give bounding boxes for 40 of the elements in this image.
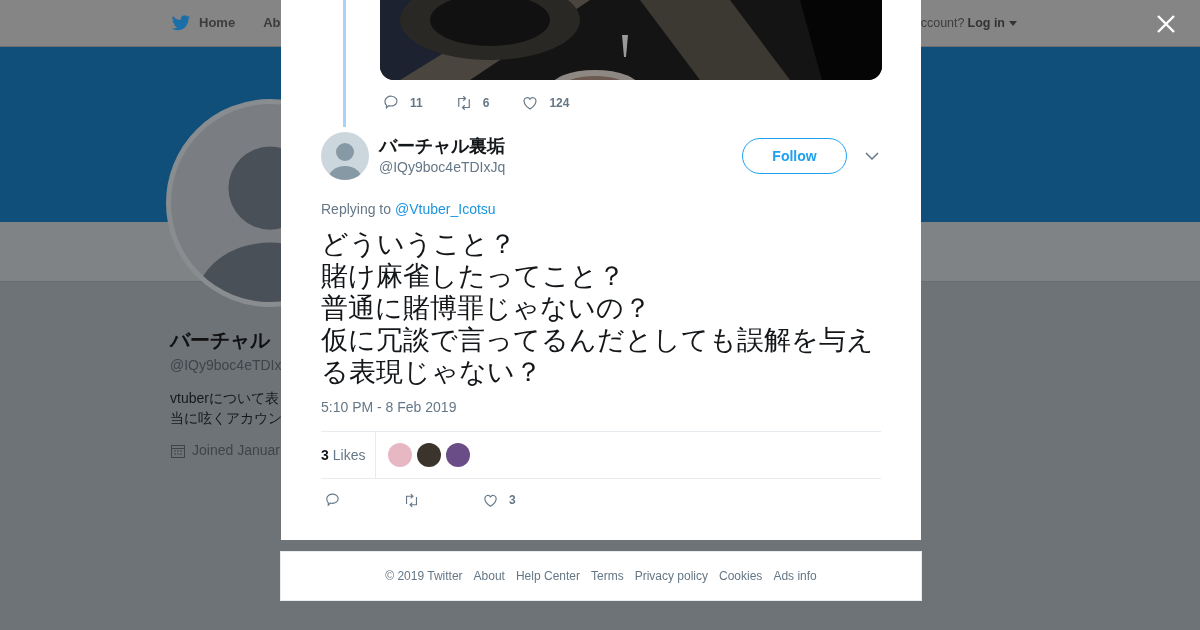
chevron-down-icon[interactable] — [865, 152, 879, 160]
footer-link[interactable]: Privacy policy — [634, 567, 708, 585]
mention-link[interactable]: @Vtuber_Icotsu — [395, 199, 496, 220]
reply-icon[interactable] — [382, 94, 400, 112]
footer-link[interactable]: About — [473, 567, 505, 585]
reply-icon[interactable] — [324, 491, 341, 509]
login-prompt: ccount? — [920, 14, 965, 32]
copyright-text: © 2019 Twitter — [385, 568, 463, 585]
action-count: 3 — [509, 492, 516, 509]
user-name: バーチャル裏垢 — [379, 135, 506, 157]
caret-icon — [1009, 20, 1017, 26]
user-handle: @IQy9boc4eTDIxJq — [379, 158, 506, 177]
likes-count: 3 — [321, 445, 329, 465]
footer-link[interactable]: Help Center — [515, 567, 580, 585]
action-count: 6 — [482, 95, 490, 112]
profile-bio: vtuberについて表 当に呟くアカウン — [170, 389, 282, 428]
action-count: 11 — [410, 95, 423, 112]
tweet-text-line: 賭け麻雀したってこと？ — [321, 260, 625, 292]
liker-avatar[interactable] — [417, 443, 442, 467]
footer-link[interactable]: Terms — [591, 567, 624, 585]
liker-avatar[interactable] — [446, 443, 471, 467]
tweet-text-line: どういうこと？ — [321, 228, 516, 260]
replying-to-label: Replying to — [321, 200, 392, 219]
nav-link[interactable]: Ab — [263, 13, 281, 33]
retweet-icon[interactable] — [403, 491, 420, 509]
profile-name: バーチャル — [170, 328, 270, 352]
footer-link[interactable]: Cookies — [719, 567, 763, 585]
likes-label: Likes — [332, 445, 366, 465]
tweet-timestamp: 5:10 PM - 8 Feb 2019 — [321, 398, 458, 417]
action-count: 124 — [549, 95, 570, 112]
tweet-text-line: 普通に賭博罪じゃないの？ — [321, 292, 651, 324]
close-icon[interactable] — [1156, 14, 1176, 34]
heart-icon[interactable] — [521, 94, 540, 112]
footer-link[interactable]: Ads info — [773, 567, 817, 585]
user-avatar — [321, 132, 369, 180]
calendar-icon — [170, 442, 186, 459]
tweet-text-line: 仮に冗談で言ってるんだとしても誤解を与える表現じゃない？ — [321, 324, 875, 388]
login-link[interactable]: Log in — [967, 13, 1017, 33]
nav-link[interactable]: Home — [171, 13, 236, 33]
bird-icon — [171, 14, 191, 32]
